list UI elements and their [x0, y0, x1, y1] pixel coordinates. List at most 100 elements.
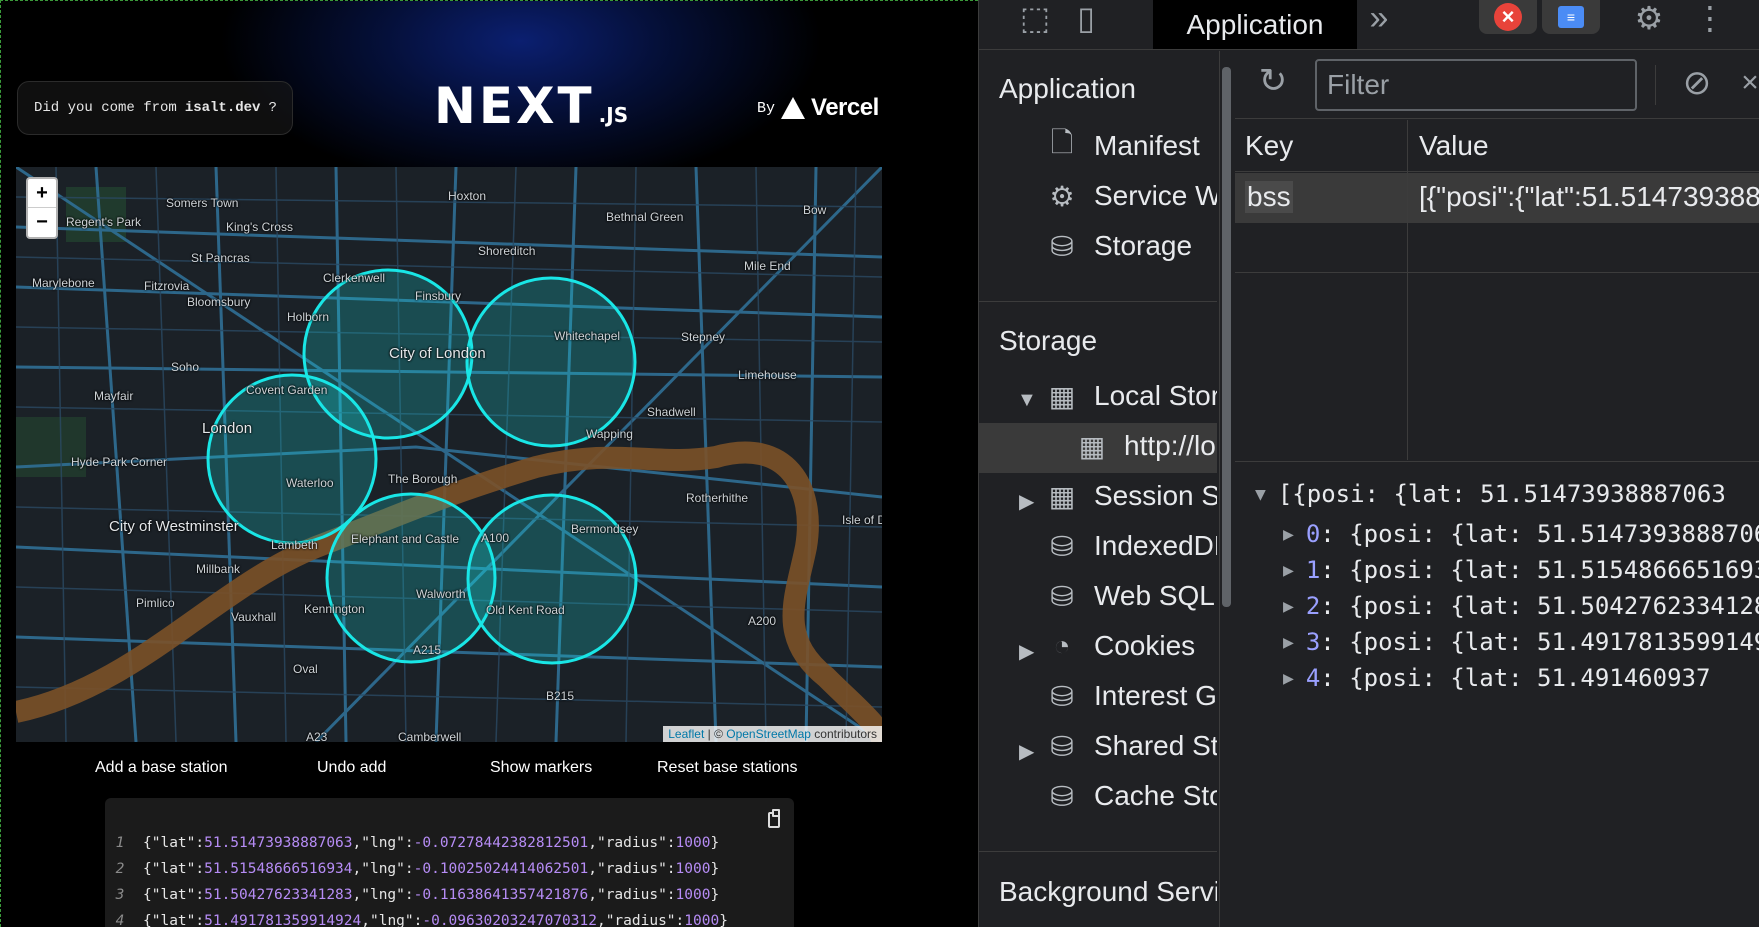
message-badge[interactable]: ≡: [1542, 0, 1600, 34]
sidebar-item-cache-storage[interactable]: ⛁ Cache Storage: [1044, 778, 1217, 814]
sidebar-item-indexeddb[interactable]: ⛁ IndexedDB: [1044, 528, 1217, 564]
zoom-out-button[interactable]: −: [28, 208, 56, 237]
sidebar-item-label: Local Storage: [1094, 380, 1217, 411]
code-lat: 51.491781359914924: [204, 913, 362, 927]
kebab-menu-icon[interactable]: ⋮: [1694, 0, 1726, 36]
code-punct: ,"lng":: [361, 913, 423, 927]
storage-main: ↻ ⊘ × Key Value bss [{"posi":{"lat":51.5…: [1235, 51, 1759, 927]
sidebar-item-service-workers[interactable]: ⚙ Service Workers: [1044, 178, 1217, 214]
row-key[interactable]: bss: [1245, 181, 1293, 213]
vercel-byline[interactable]: By Vercel: [757, 94, 879, 122]
line-number: 4: [115, 913, 125, 927]
preview-item[interactable]: ▶ 4: {posi: {lat: 51.491460937: [1283, 664, 1710, 692]
row-value[interactable]: [{"posi":{"lat":51.51473938887063: [1419, 181, 1759, 213]
expand-down-icon[interactable]: ▼: [1017, 389, 1037, 412]
code-line: 1 {"lat": 51.51473938887063 ,"lng": -0.07278…: [105, 830, 794, 856]
sidebar-scrollbar[interactable]: [1219, 51, 1233, 927]
code-radius: 1000: [675, 861, 711, 877]
expand-right-icon[interactable]: ▶: [1019, 489, 1034, 514]
preview-item[interactable]: ▶ 0: {posi: {lat: 51.51473938887063: [1283, 520, 1759, 548]
sidebar-item-label: Web SQL: [1094, 580, 1215, 611]
expand-right-icon[interactable]: ▶: [1283, 524, 1294, 545]
code-punct: }: [710, 835, 720, 851]
preview-item[interactable]: ▶ 3: {posi: {lat: 51.491781359914924: [1283, 628, 1759, 656]
sidebar-item-cookies[interactable]: ◔ Cookies: [1044, 628, 1196, 664]
sidebar-item-local-origin[interactable]: ▦ http://localhost:3000: [1074, 428, 1217, 464]
sidebar-item-shared-storage[interactable]: ⛁ Shared Storage: [1044, 728, 1217, 764]
key-column-header[interactable]: Key: [1245, 130, 1293, 162]
delete-selected-icon[interactable]: ×: [1735, 65, 1759, 101]
preview-item[interactable]: ▶ 1: {posi: {lat: 51.51548666516934: [1283, 556, 1759, 584]
sidebar-item-label: Session Storage: [1094, 480, 1217, 511]
clipboard-icon[interactable]: [768, 809, 780, 828]
expand-right-icon[interactable]: ▶: [1019, 639, 1034, 664]
code-punct: ,"radius":: [588, 861, 676, 877]
code-punct: ,"lng":: [352, 835, 414, 851]
line-number: 1: [115, 835, 125, 851]
scrollbar-thumb[interactable]: [1222, 67, 1231, 607]
value-column-header[interactable]: Value: [1419, 130, 1489, 162]
filter-input[interactable]: [1315, 59, 1637, 111]
sidebar-item-interest-groups[interactable]: ⛁ Interest Groups: [1044, 678, 1217, 714]
action-buttons: Add a base station Undo add Show markers…: [1, 759, 901, 789]
sidebar-item-websql[interactable]: ⛁ Web SQL: [1044, 578, 1215, 614]
expand-right-icon[interactable]: ▶: [1283, 560, 1294, 581]
refresh-icon[interactable]: ↻: [1253, 62, 1293, 100]
sidebar-item-manifest[interactable]: 🗋 Manifest: [1044, 127, 1200, 164]
code-punct: }: [719, 913, 728, 927]
add-base-station-button[interactable]: Add a base station: [95, 759, 228, 777]
expand-right-icon[interactable]: ▶: [1019, 739, 1034, 764]
sidebar-section-storage: Storage: [999, 325, 1098, 356]
preview-index: 4: [1305, 664, 1321, 692]
sidebar-item-label: Service Workers: [1094, 180, 1217, 211]
expand-right-icon[interactable]: ▶: [1283, 596, 1294, 617]
expand-right-icon[interactable]: ▶: [1283, 632, 1294, 653]
map-label: Waterloo: [286, 476, 334, 490]
zoom-in-button[interactable]: +: [28, 179, 56, 208]
map-label: A23: [306, 730, 328, 742]
sidebar-item-session-storage[interactable]: ▦ Session Storage: [1044, 478, 1217, 514]
leaflet-link[interactable]: Leaflet: [668, 727, 704, 741]
map-label: Vauxhall: [231, 610, 277, 624]
error-badge[interactable]: ×: [1479, 0, 1537, 34]
devtools-panel: ⬚ ▯ Application » × ≡ ⚙ ⋮ Application 🗋 M…: [978, 0, 1759, 927]
tab-application[interactable]: Application: [1153, 0, 1357, 49]
map-label: Kennington: [304, 602, 365, 616]
byline-by: By: [757, 99, 776, 117]
gear-icon[interactable]: ⚙: [1627, 0, 1671, 36]
osm-link[interactable]: OpenStreetMap: [726, 727, 811, 741]
empty-row: [1235, 223, 1759, 273]
preview-root[interactable]: ▼ [{posi: {lat: 51.51473938887063: [1255, 480, 1726, 508]
sidebar-item-label: Interest Groups: [1094, 680, 1217, 711]
preview-item[interactable]: ▶ 2: {posi: {lat: 51.50427623341283: [1283, 592, 1759, 620]
zoom-control: + −: [26, 177, 58, 239]
preview-text: : {posi: {lat: 51.51473938887063: [1320, 520, 1759, 548]
map-label: Somers Town: [166, 196, 239, 210]
table-row[interactable]: bss [{"posi":{"lat":51.51473938887063: [1235, 173, 1759, 223]
map-label: Soho: [171, 360, 200, 374]
database-icon: ⛁: [1050, 230, 1074, 262]
code-line: 2 {"lat": 51.51548666516934 ,"lng": -0.10025…: [105, 856, 794, 882]
code-punct: ,"radius":: [596, 913, 685, 927]
code-line: 3 {"lat": 51.50427623341283 ,"lng": -0.11638…: [105, 882, 794, 908]
sidebar-item-local-storage[interactable]: ▦ Local Storage: [1044, 378, 1217, 414]
code-punct: ,"radius":: [588, 835, 676, 851]
map-label: A215: [413, 643, 442, 657]
device-toggle-icon[interactable]: ▯: [1066, 0, 1106, 36]
more-tabs-icon[interactable]: »: [1359, 0, 1399, 37]
clear-all-icon[interactable]: ⊘: [1677, 64, 1717, 102]
show-markers-button[interactable]: Show markers: [490, 759, 592, 777]
code-lng: -0.10025024414062501: [413, 861, 589, 877]
expand-right-icon[interactable]: ▶: [1283, 668, 1294, 689]
map-label: Millbank: [196, 562, 241, 576]
table-header: Key Value: [1235, 120, 1759, 172]
undo-add-button[interactable]: Undo add: [317, 759, 386, 777]
inspect-element-icon[interactable]: ⬚: [1015, 0, 1055, 36]
leaflet-map[interactable]: Somers Town Hoxton Bethnal Green Bow Kin…: [16, 167, 882, 742]
preview-root-text: [{posi: {lat: 51.51473938887063: [1277, 480, 1726, 508]
sidebar-item-storage[interactable]: ⛁ Storage: [1044, 228, 1192, 264]
reset-base-stations-button[interactable]: Reset base stations: [657, 759, 798, 777]
expand-down-icon[interactable]: ▼: [1255, 484, 1266, 505]
preview-text: : {posi: {lat: 51.491460937: [1320, 664, 1711, 692]
banner-prefix: Did you come from: [34, 100, 177, 116]
